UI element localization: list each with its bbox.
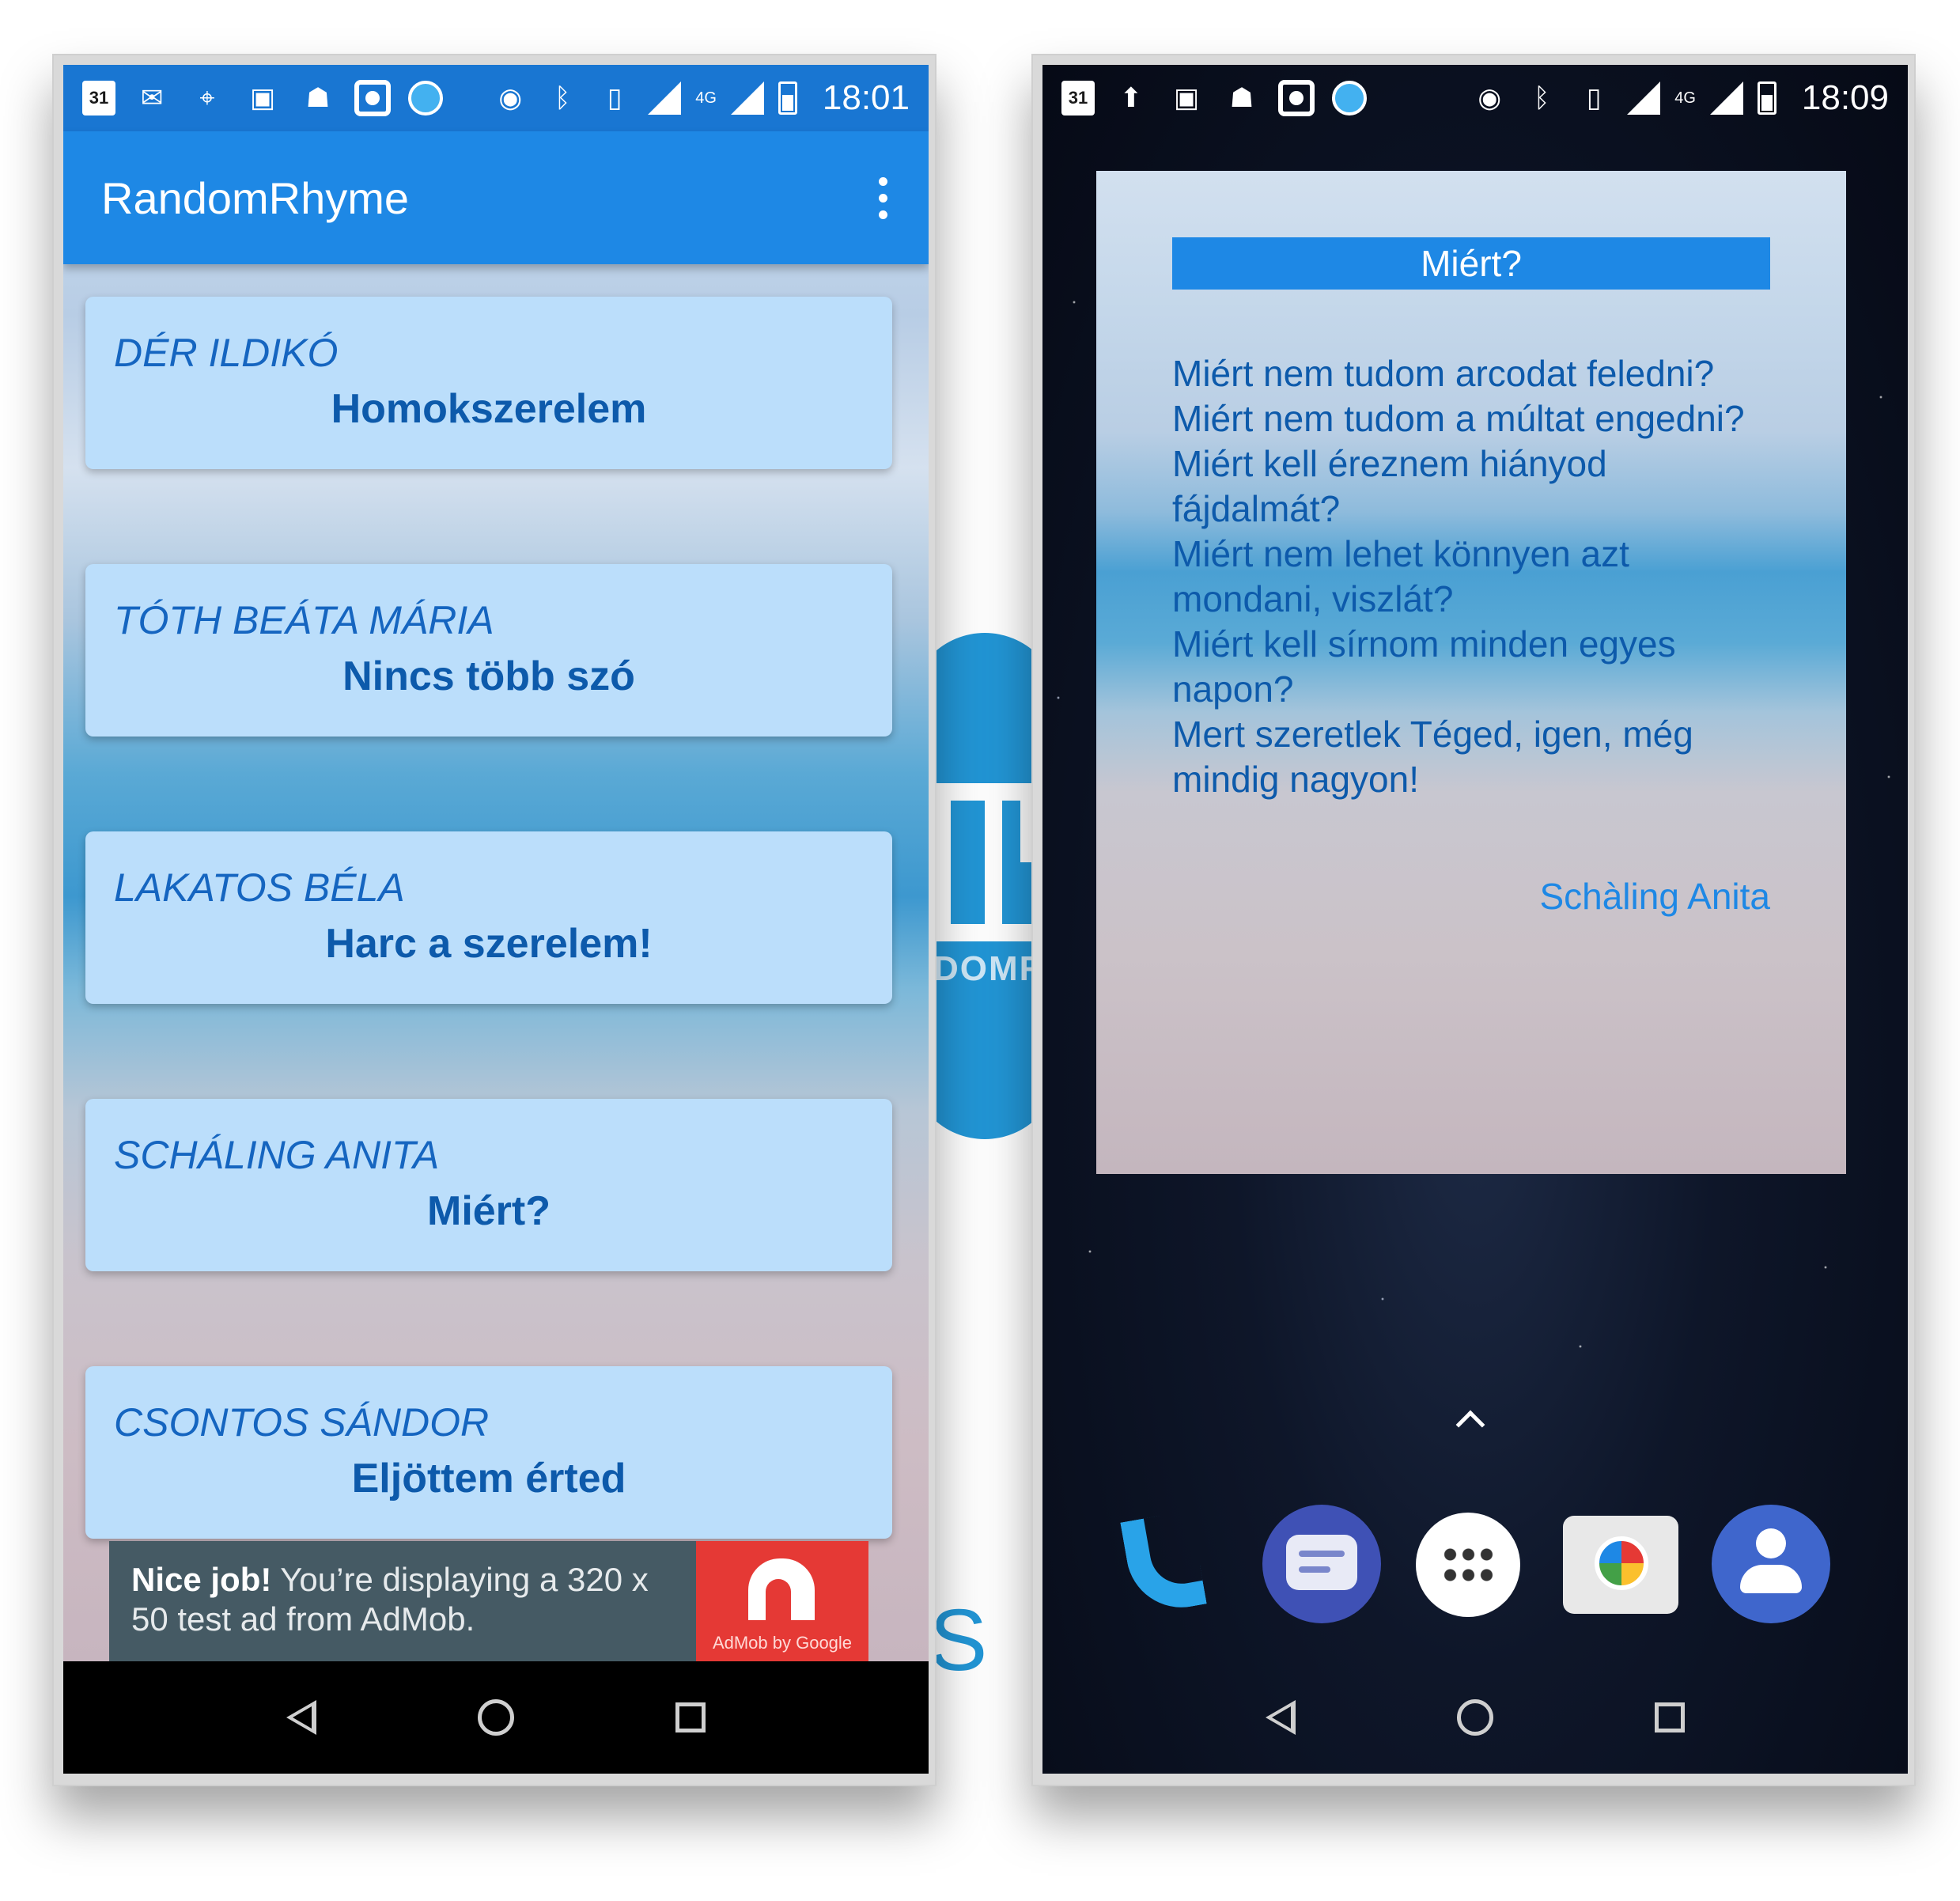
ghost-icon: ☗: [1229, 83, 1254, 113]
app-icon: [408, 81, 443, 115]
background-logo-text: DOMR: [933, 949, 1046, 988]
image-icon: ▣: [1173, 83, 1200, 113]
upload-icon: ⬆: [1119, 83, 1143, 113]
hotspot-icon: ◉: [1478, 83, 1502, 113]
ad-banner[interactable]: Nice job! You’re displaying a 320 x 50 t…: [109, 1541, 868, 1661]
poem-card[interactable]: DÉR ILDIKÓ Homokszerelem: [85, 297, 892, 469]
record-icon: [1278, 80, 1315, 116]
app-drawer-icon[interactable]: [1416, 1513, 1520, 1617]
ghost-icon: ☗: [305, 83, 331, 113]
card-title: Homokszerelem: [331, 386, 647, 432]
app-dock: [1042, 1505, 1908, 1639]
no-signal-icon: [648, 81, 682, 115]
widget-title: Miért?: [1172, 237, 1770, 290]
contacts-icon[interactable]: [1712, 1505, 1830, 1623]
back-icon[interactable]: [286, 1700, 316, 1735]
app-screen: 31 ✉ ⌖ ▣ ☗ ◉ ᛒ ▯ 4G 18:01 RandomRhyme DÉ…: [63, 65, 929, 1774]
card-author: LAKATOS BÉLA: [114, 865, 405, 910]
poem-widget[interactable]: Miért? Miért nem tudom arcodat feledni? …: [1096, 171, 1846, 1174]
widget-poem-text: Miért nem tudom arcodat feledni? Miért n…: [1172, 351, 1770, 802]
admob-logo-text: AdMob by Google: [712, 1633, 853, 1653]
admob-logo: AdMob by Google: [696, 1541, 868, 1661]
app-icon: [1332, 81, 1367, 115]
home-icon[interactable]: [1457, 1699, 1493, 1736]
messages-icon[interactable]: [1262, 1505, 1381, 1623]
card-author: DÉR ILDIKÓ: [114, 331, 339, 375]
card-title: Miért?: [427, 1188, 551, 1234]
battery-icon: [778, 81, 797, 115]
status-bar: 31 ⬆ ▣ ☗ ◉ ᛒ ▯ 4G 18:09: [1042, 65, 1908, 131]
calendar-icon: 31: [1061, 81, 1095, 115]
card-author: SCHÁLING ANITA: [114, 1133, 440, 1177]
status-time: 18:01: [822, 78, 910, 117]
navigation-bar: [63, 1661, 929, 1774]
camera-icon[interactable]: [1563, 1516, 1678, 1614]
overflow-menu-icon[interactable]: [875, 176, 891, 219]
vibrate-icon: ▯: [1586, 83, 1602, 113]
network-type: 4G: [695, 89, 717, 107]
vibrate-icon: ▯: [607, 83, 622, 113]
status-time: 18:09: [1801, 78, 1889, 117]
phone-frame-right: 31 ⬆ ▣ ☗ ◉ ᛒ ▯ 4G 18:09 Miért? Miért nem…: [1031, 54, 1916, 1786]
network-type: 4G: [1674, 89, 1696, 107]
bluetooth-icon: ᛒ: [1534, 83, 1550, 113]
signal-icon: [1709, 81, 1743, 115]
maps-icon: ⌖: [199, 83, 215, 113]
widget-author: Schàling Anita: [1539, 876, 1770, 917]
signal-icon: [730, 81, 764, 115]
no-signal-icon: [1627, 81, 1661, 115]
battery-icon: [1757, 81, 1776, 115]
poem-card[interactable]: LAKATOS BÉLA Harc a szerelem!: [85, 831, 892, 1004]
poem-card[interactable]: TÓTH BEÁTA MÁRIA Nincs több szó: [85, 564, 892, 737]
ad-bold-text: Nice job!: [131, 1561, 272, 1598]
bluetooth-icon: ᛒ: [554, 83, 571, 113]
poem-line: Miért nem tudom a múltat engedni?: [1172, 398, 1745, 439]
poem-card[interactable]: CSONTOS SÁNDOR Eljöttem érted: [85, 1366, 892, 1539]
phone-icon[interactable]: [1114, 1505, 1232, 1623]
poem-line: Mert szeretlek Téged, igen, még mindig n…: [1172, 714, 1693, 800]
ad-text: Nice job! You’re displaying a 320 x 50 t…: [109, 1541, 696, 1661]
card-author: CSONTOS SÁNDOR: [114, 1400, 490, 1445]
card-title: Nincs több szó: [342, 653, 635, 699]
poem-line: Miért kell sírnom minden egyes napon?: [1172, 623, 1676, 710]
hotspot-icon: ◉: [498, 83, 523, 113]
navigation-bar: [1042, 1661, 1908, 1774]
poem-card[interactable]: SCHÁLING ANITA Miért?: [85, 1099, 892, 1271]
home-icon[interactable]: [478, 1699, 514, 1736]
home-screen: 31 ⬆ ▣ ☗ ◉ ᛒ ▯ 4G 18:09 Miért? Miért nem…: [1042, 65, 1908, 1774]
admob-icon: [748, 1558, 815, 1620]
calendar-icon: 31: [82, 81, 115, 115]
image-icon: ▣: [249, 83, 276, 113]
card-title: Harc a szerelem!: [325, 921, 653, 967]
app-bar: RandomRhyme: [63, 131, 929, 264]
status-bar: 31 ✉ ⌖ ▣ ☗ ◉ ᛒ ▯ 4G 18:01: [63, 65, 929, 131]
poem-line: Miért kell éreznem hiányod fájdalmát?: [1172, 443, 1607, 529]
card-title: Eljöttem érted: [351, 1456, 626, 1501]
gmail-icon: ✉: [140, 83, 164, 113]
poem-line: Miért nem lehet könnyen azt mondani, vis…: [1172, 533, 1629, 619]
poem-line: Miért nem tudom arcodat feledni?: [1172, 353, 1715, 394]
recents-icon[interactable]: [1655, 1702, 1685, 1732]
record-icon: [354, 80, 391, 116]
app-title: RandomRhyme: [101, 172, 410, 223]
card-author: TÓTH BEÁTA MÁRIA: [114, 598, 494, 642]
phone-frame-left: 31 ✉ ⌖ ▣ ☗ ◉ ᛒ ▯ 4G 18:01 RandomRhyme DÉ…: [52, 54, 936, 1786]
recents-icon[interactable]: [675, 1702, 706, 1732]
back-icon[interactable]: [1266, 1700, 1296, 1735]
background-logo-mark-bar: [985, 783, 1002, 941]
